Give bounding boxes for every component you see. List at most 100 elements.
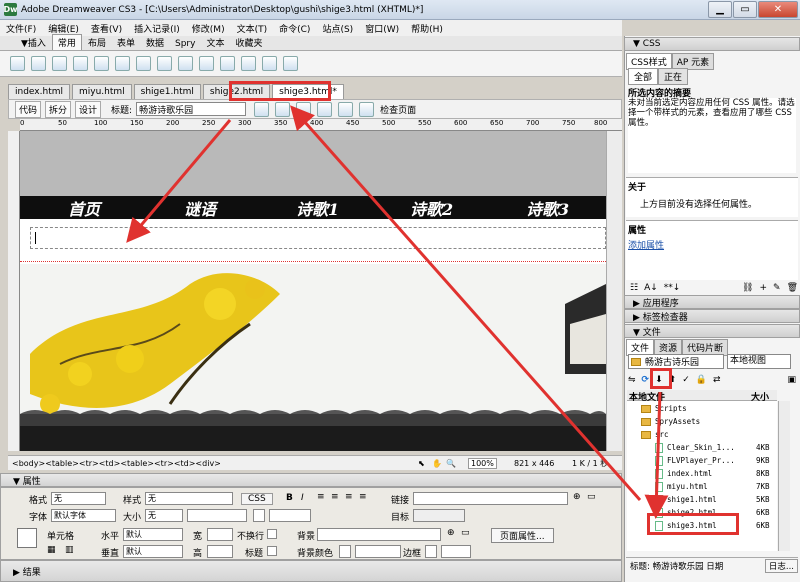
doc-tab-index[interactable]: index.html (8, 84, 70, 99)
check-in-icon[interactable]: 🔒 (696, 375, 707, 385)
bgcolor-swatch[interactable] (339, 545, 351, 558)
menu-modify[interactable]: 修改(M) (192, 22, 225, 35)
content-div[interactable] (30, 227, 606, 249)
horz-select[interactable]: 默认 (123, 528, 183, 541)
insert-tab-layout[interactable]: 布局 (83, 35, 111, 50)
edit-rule-icon[interactable]: ✎ (773, 283, 781, 293)
new-rule-icon[interactable]: + (759, 283, 767, 293)
code-view-button[interactable]: 代码 (15, 100, 42, 118)
properties-panel-header[interactable]: ▼ 属性 (0, 473, 622, 487)
table-icon[interactable] (73, 56, 88, 71)
format-select[interactable]: 无 (51, 492, 106, 505)
split-cells-icon[interactable]: ▥ (65, 545, 74, 555)
point-to-file-icon[interactable]: ⊕ (573, 492, 581, 502)
nowrap-checkbox[interactable] (267, 529, 277, 539)
bg-input[interactable] (317, 528, 441, 541)
minimize-icon[interactable]: ▁ (708, 1, 732, 18)
delete-rule-icon[interactable]: 🗑 (787, 283, 798, 293)
split-view-button[interactable]: 拆分 (45, 100, 72, 118)
menu-site[interactable]: 站点(S) (322, 22, 353, 35)
log-button[interactable]: 日志... (764, 558, 798, 573)
header-checkbox[interactable] (267, 546, 277, 556)
insert-tab-common[interactable]: 常用 (51, 34, 82, 50)
insert-tab-forms[interactable]: 表单 (112, 35, 140, 50)
head-icon[interactable] (220, 56, 235, 71)
application-panel-header[interactable]: ▶ 应用程序 (624, 295, 800, 309)
media-icon[interactable] (136, 56, 151, 71)
div-icon[interactable] (94, 56, 109, 71)
align-left-icon[interactable]: ≡ (317, 492, 325, 502)
view-select[interactable]: 本地视图 (727, 354, 791, 369)
refresh-design-icon[interactable] (296, 101, 312, 117)
size-select[interactable]: 无 (145, 509, 183, 522)
mode-all-button[interactable]: 全部 (628, 68, 659, 85)
list-item[interactable]: src (627, 428, 780, 441)
validate-icon[interactable] (359, 101, 375, 117)
menu-insert[interactable]: 插入记录(I) (134, 22, 180, 35)
justify-icon[interactable]: ≡ (359, 492, 367, 502)
text-color-swatch[interactable] (253, 509, 265, 522)
hyperlink-icon[interactable] (10, 56, 25, 71)
width-input[interactable] (207, 528, 233, 541)
doc-tab-shige1[interactable]: shige1.html (133, 84, 201, 99)
bg-point-icon[interactable]: ⊕ (447, 528, 455, 538)
link-input[interactable] (413, 492, 568, 505)
select-tool-icon[interactable]: ⬉ (418, 459, 425, 468)
list-item[interactable]: FLVPlayer_Pr... 9KB (627, 454, 780, 467)
results-panel-header[interactable]: ▶ 结果 (0, 560, 622, 582)
bgcolor-input[interactable] (355, 545, 401, 558)
category-view-icon[interactable]: ☷ (630, 283, 638, 293)
menu-view[interactable]: 查看(V) (91, 22, 122, 35)
list-item[interactable]: miyu.html 7KB (627, 480, 780, 493)
tag-inspector-panel-header[interactable]: ▶ 标签检查器 (624, 309, 800, 323)
canvas-vertical-scrollbar[interactable] (606, 131, 622, 451)
list-item[interactable]: Scripts (627, 402, 780, 415)
doc-title-input[interactable]: 畅游诗歌乐园 (136, 102, 247, 116)
menu-file[interactable]: 文件(F) (6, 22, 36, 35)
insert-tab-insert[interactable]: ▼插入 (16, 35, 51, 50)
bold-button[interactable]: B (286, 493, 293, 503)
target-select[interactable] (413, 509, 465, 522)
date-icon[interactable] (157, 56, 172, 71)
doc-tab-miyu[interactable]: miyu.html (71, 84, 132, 99)
nav-home[interactable]: 首页 (68, 196, 100, 220)
templates-icon[interactable] (262, 56, 277, 71)
menu-edit[interactable]: 编辑(E) (48, 22, 79, 35)
named-anchor-icon[interactable] (52, 56, 67, 71)
menu-help[interactable]: 帮助(H) (411, 22, 443, 35)
site-select[interactable]: 畅游古诗乐园 (628, 354, 724, 369)
connect-icon[interactable]: ⇋ (628, 375, 636, 385)
menu-text[interactable]: 文本(T) (237, 22, 268, 35)
list-item[interactable]: shige1.html 5KB (627, 493, 780, 506)
align-right-icon[interactable]: ≡ (345, 492, 353, 502)
design-view-button[interactable]: 设计 (75, 100, 102, 118)
css-button[interactable]: CSS (241, 493, 273, 505)
tag-chooser-icon[interactable] (283, 56, 298, 71)
nav-poem2[interactable]: 诗歌2 (410, 196, 453, 220)
border-color-swatch[interactable] (425, 545, 437, 558)
list-item[interactable]: Clear_Skin_1... 4KB (627, 441, 780, 454)
hand-tool-icon[interactable]: ✋ (432, 459, 442, 468)
vert-select[interactable]: 默认 (123, 545, 183, 558)
expand-icon[interactable]: ▣ (787, 375, 796, 385)
size-unit-select[interactable] (187, 509, 247, 522)
zoom-select[interactable]: 100% (468, 457, 497, 469)
file-list-scrollbar[interactable] (778, 401, 790, 551)
italic-button[interactable]: I (301, 493, 304, 503)
maximize-icon[interactable]: ▭ (733, 1, 757, 18)
insert-tab-favorites[interactable]: 收藏夹 (230, 35, 267, 50)
style-select[interactable]: 无 (145, 492, 233, 505)
tag-path[interactable]: <body><table><tr><td><table><tr><td><div… (12, 459, 221, 468)
css-panel-header[interactable]: ▼ CSS (624, 37, 800, 51)
close-icon[interactable]: ✕ (758, 1, 798, 18)
file-management-icon[interactable] (254, 101, 270, 117)
check-page-button[interactable]: 检查页面 (380, 103, 416, 116)
synchronize-icon[interactable]: ⇄ (713, 375, 721, 385)
add-property-link[interactable]: 添加属性 (626, 238, 798, 251)
list-item[interactable]: SpryAssets (627, 415, 780, 428)
border-color-input[interactable] (441, 545, 471, 558)
preview-browser-icon[interactable] (275, 101, 291, 117)
insert-tab-text[interactable]: 文本 (201, 35, 229, 50)
browse-folder-icon[interactable]: ▭ (587, 492, 596, 502)
view-options-icon[interactable] (317, 101, 333, 117)
